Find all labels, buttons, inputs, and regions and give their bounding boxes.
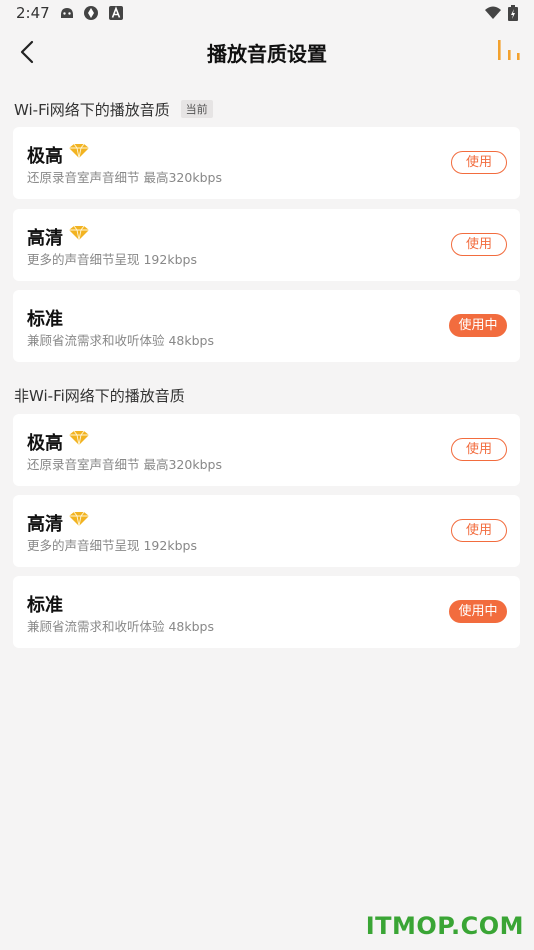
quality-option-card: 高清 更多的声音细节呈现 192kbps 使用	[13, 209, 520, 281]
android-notification-icon	[61, 8, 73, 18]
use-button[interactable]: 使用	[451, 233, 507, 256]
quality-option-desc: 还原录音室声音细节 最高320kbps	[27, 457, 222, 472]
nav-bar: 播放音质设置	[0, 28, 534, 78]
quality-option-desc: 兼顾省流需求和收听体验 48kbps	[27, 619, 215, 634]
use-button[interactable]: 使用	[451, 519, 507, 542]
quality-option-card: 极高 还原录音室声音细节 最高320kbps 使用	[13, 127, 520, 199]
use-button[interactable]: 使用	[451, 151, 507, 174]
in-use-button[interactable]: 使用中	[449, 600, 507, 623]
quality-option-card: 标准 兼顾省流需求和收听体验 48kbps 使用中	[13, 290, 520, 362]
non-wifi-section-title: 非Wi-Fi网络下的播放音质	[14, 385, 185, 406]
quality-option-name: 标准	[27, 595, 63, 616]
quality-option-desc: 兼顾省流需求和收听体验 48kbps	[27, 333, 215, 348]
vip-diamond-icon	[69, 225, 89, 241]
quality-option-name: 高清	[27, 228, 63, 249]
current-badge: 当前	[180, 100, 213, 118]
page-title: 播放音质设置	[207, 42, 327, 66]
vip-diamond-icon	[69, 511, 89, 527]
section-title-text: 非Wi-Fi网络下的播放音质	[14, 387, 185, 405]
equalizer-icon[interactable]	[496, 38, 522, 64]
quality-option-card: 高清 更多的声音细节呈现 192kbps 使用	[13, 495, 520, 567]
aperture-notification-icon	[84, 6, 98, 20]
wifi-icon	[485, 6, 501, 19]
in-use-button[interactable]: 使用中	[449, 314, 507, 337]
quality-option-name: 高清	[27, 514, 63, 535]
a-notification-icon	[109, 6, 123, 20]
vip-diamond-icon	[69, 143, 89, 159]
section-title-text: Wi-Fi网络下的播放音质	[14, 101, 170, 119]
status-bar: 2:47	[0, 0, 534, 28]
quality-option-desc: 还原录音室声音细节 最高320kbps	[27, 170, 222, 185]
quality-option-desc: 更多的声音细节呈现 192kbps	[27, 538, 197, 553]
battery-icon	[508, 5, 518, 21]
quality-option-name: 标准	[27, 309, 63, 330]
vip-diamond-icon	[69, 430, 89, 446]
quality-option-card: 标准 兼顾省流需求和收听体验 48kbps 使用中	[13, 576, 520, 648]
quality-option-name: 极高	[27, 146, 63, 167]
quality-option-card: 极高 还原录音室声音细节 最高320kbps 使用	[13, 414, 520, 486]
watermark-text: ITMOP.COM	[365, 912, 524, 940]
quality-option-name: 极高	[27, 433, 63, 454]
use-button[interactable]: 使用	[451, 438, 507, 461]
quality-option-desc: 更多的声音细节呈现 192kbps	[27, 252, 197, 267]
status-time: 2:47	[16, 4, 50, 22]
wifi-section-title: Wi-Fi网络下的播放音质 当前	[14, 99, 213, 120]
